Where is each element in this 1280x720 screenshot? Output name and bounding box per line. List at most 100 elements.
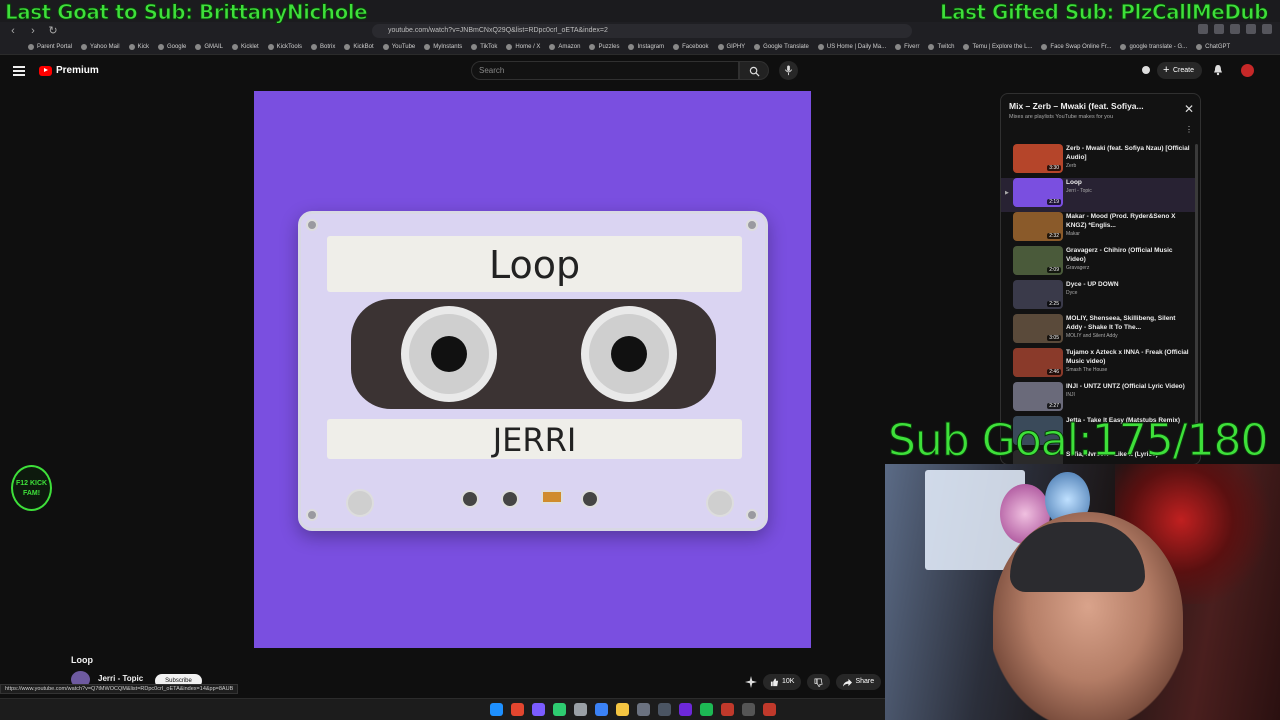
back-icon[interactable]: ‹ [6, 24, 20, 38]
bookmark-item[interactable]: Parent Portal [28, 44, 72, 50]
bookmark-item[interactable]: Google [157, 44, 187, 50]
playlist-item[interactable]: 2:46 Tujamo x Azteck x INNA - Freak (Offi… [1001, 348, 1196, 382]
playlist-item[interactable]: ▶ 2:19 Loop Jerri - Topic [1001, 178, 1196, 212]
bookmark-item[interactable]: Twitch [928, 44, 954, 50]
search-input[interactable]: Search [471, 61, 739, 80]
playlist-title[interactable]: Mix – Zerb – Mwaki (feat. Sofiya... [1009, 101, 1179, 111]
bookmark-favicon-icon [549, 44, 556, 50]
bookmark-label: Google [166, 44, 187, 50]
link-status-preview: https://www.youtube.com/watch?v=Q7tMWOCQ… [0, 684, 239, 694]
playlist-item[interactable]: 2:25 Dyce - UP DOWN Dyce [1001, 280, 1196, 314]
bookmark-item[interactable]: GMAIL [195, 44, 223, 50]
playlist-item-meta: Zerb - Mwaki (feat. Sofiya Nzau) [Offici… [1066, 144, 1191, 170]
reload-icon[interactable]: ↻ [46, 24, 60, 38]
playlist-item[interactable]: 2:32 Makar - Mood (Prod. Ryder&Seno X KNG… [1001, 212, 1196, 246]
playlist-item-meta: INJI - UNTZ UNTZ (Official Lyric Video) I… [1066, 382, 1191, 399]
bookmark-item[interactable]: GIPHY [717, 44, 746, 50]
steam-icon[interactable] [658, 703, 671, 716]
whatsapp-icon[interactable] [553, 703, 566, 716]
file-explorer-icon[interactable] [616, 703, 629, 716]
discord-icon[interactable] [532, 703, 545, 716]
thumbs-down-icon [815, 678, 823, 687]
playlist-thumbnail[interactable]: 2:27 [1013, 382, 1063, 411]
playlist-thumbnail[interactable]: 3:30 [1013, 144, 1063, 173]
hamburger-menu-icon[interactable] [13, 66, 25, 76]
bookmark-favicon-icon [231, 44, 238, 50]
bookmark-item[interactable]: Amazon [549, 44, 580, 50]
bookmark-favicon-icon [311, 44, 317, 50]
duration-badge: 2:46 [1047, 369, 1061, 375]
channel-name[interactable]: Jerri - Topic [98, 674, 143, 683]
brave-browser-icon[interactable] [511, 703, 524, 716]
bookmark-item[interactable]: Botrix [311, 44, 335, 50]
app-icon[interactable] [721, 703, 734, 716]
playlist-thumbnail[interactable]: 2:32 [1013, 212, 1063, 241]
extension-icon[interactable] [1230, 24, 1240, 34]
bookmark-item[interactable]: YouTube [382, 44, 415, 50]
bookmark-item[interactable]: KickBot [344, 44, 374, 50]
playlist-item[interactable]: 2:27 INJI - UNTZ UNTZ (Official Lyric Vid… [1001, 382, 1196, 416]
notifications-icon[interactable] [1212, 64, 1224, 76]
close-icon[interactable]: ✕ [1184, 102, 1194, 116]
app-icon[interactable] [574, 703, 587, 716]
dislike-button[interactable] [807, 674, 831, 690]
bookmark-label: US Home | Daily Ma... [826, 44, 887, 50]
playlist-thumbnail[interactable]: 2:46 [1013, 348, 1063, 377]
bookmark-favicon-icon [589, 44, 596, 50]
bookmark-item[interactable]: Fiverr [895, 44, 919, 50]
forward-icon[interactable]: › [26, 24, 40, 38]
bookmarks-bar: Parent Portal Yahoo Mail Kick Google GMAIL Ki… [0, 40, 1280, 55]
spotify-icon[interactable] [700, 703, 713, 716]
address-bar[interactable]: youtube.com/watch?v=JNBmCNxQ29Q&list=RDp… [372, 24, 912, 38]
bookmark-item[interactable]: Face Swap Online Fr... [1041, 44, 1111, 50]
extension-icon[interactable] [1214, 24, 1224, 34]
playlist-item[interactable]: 3:05 MOLIY, Shenseea, Skillibeng, Silent … [1001, 314, 1196, 348]
account-avatar[interactable] [1241, 64, 1254, 77]
video-player[interactable]: Loop JERRI [254, 91, 811, 648]
video-title: Loop [71, 655, 93, 665]
bookmark-item[interactable]: KickTools [267, 44, 302, 50]
ai-sparkle-icon[interactable] [745, 676, 757, 688]
store-icon[interactable] [595, 703, 608, 716]
playlist-item[interactable]: 2:09 Gravagerz - Chihiro (Official Music … [1001, 246, 1196, 280]
playlist-scrollbar[interactable] [1195, 144, 1198, 424]
youtube-logo[interactable]: Premium [39, 65, 99, 76]
playlist-item-meta: MOLIY, Shenseea, Skillibeng, Silent Addy… [1066, 314, 1191, 340]
playlist-thumbnail[interactable]: 3:05 [1013, 314, 1063, 343]
app-icon[interactable] [763, 703, 776, 716]
windows-start-icon[interactable] [490, 703, 503, 716]
bookmark-item[interactable]: Home / X [506, 44, 540, 50]
extension-icon[interactable] [1262, 24, 1272, 34]
playlist-thumbnail[interactable]: 2:09 [1013, 246, 1063, 275]
bookmark-item[interactable]: Instagram [628, 44, 664, 50]
bookmark-item[interactable]: Facebook [673, 44, 709, 50]
obs-icon[interactable] [742, 703, 755, 716]
bookmark-item[interactable]: Yahoo Mail [81, 44, 120, 50]
settings-icon[interactable] [637, 703, 650, 716]
bookmark-item[interactable]: Kicklet [231, 44, 259, 50]
playlist-item[interactable]: 3:30 Zerb - Mwaki (feat. Sofiya Nzau) [Of… [1001, 144, 1196, 178]
bookmark-item[interactable]: Puzzles [589, 44, 619, 50]
bookmark-item[interactable]: google translate - G... [1120, 44, 1187, 50]
bookmark-item[interactable]: US Home | Daily Ma... [817, 44, 887, 50]
bookmark-item[interactable]: Google Translate [754, 44, 809, 50]
share-button[interactable]: Share [836, 674, 882, 690]
extension-icon[interactable] [1246, 24, 1256, 34]
playlist-item-title: INJI - UNTZ UNTZ (Official Lyric Video) [1066, 383, 1185, 390]
search-button[interactable] [739, 61, 769, 80]
playlist-thumbnail[interactable]: 2:25 [1013, 280, 1063, 309]
voice-search-button[interactable] [779, 61, 798, 80]
bookmark-item[interactable]: MyInstants [424, 44, 462, 50]
like-button[interactable]: 10K [763, 674, 802, 690]
more-options-icon[interactable]: ⋮ [1185, 125, 1193, 134]
bookmark-item[interactable]: Temu | Explore the L... [963, 44, 1032, 50]
playlist-thumbnail[interactable]: 2:19 [1013, 178, 1063, 207]
extension-icon[interactable] [1198, 24, 1208, 34]
cast-icon[interactable] [1140, 64, 1152, 76]
bookmark-label: GIPHY [726, 44, 746, 50]
bookmark-item[interactable]: TikTok [471, 44, 497, 50]
app-icon[interactable] [679, 703, 692, 716]
bookmark-item[interactable]: Kick [128, 44, 149, 50]
create-button[interactable]: Create [1157, 62, 1202, 79]
bookmark-item[interactable]: ChatGPT [1196, 44, 1230, 50]
